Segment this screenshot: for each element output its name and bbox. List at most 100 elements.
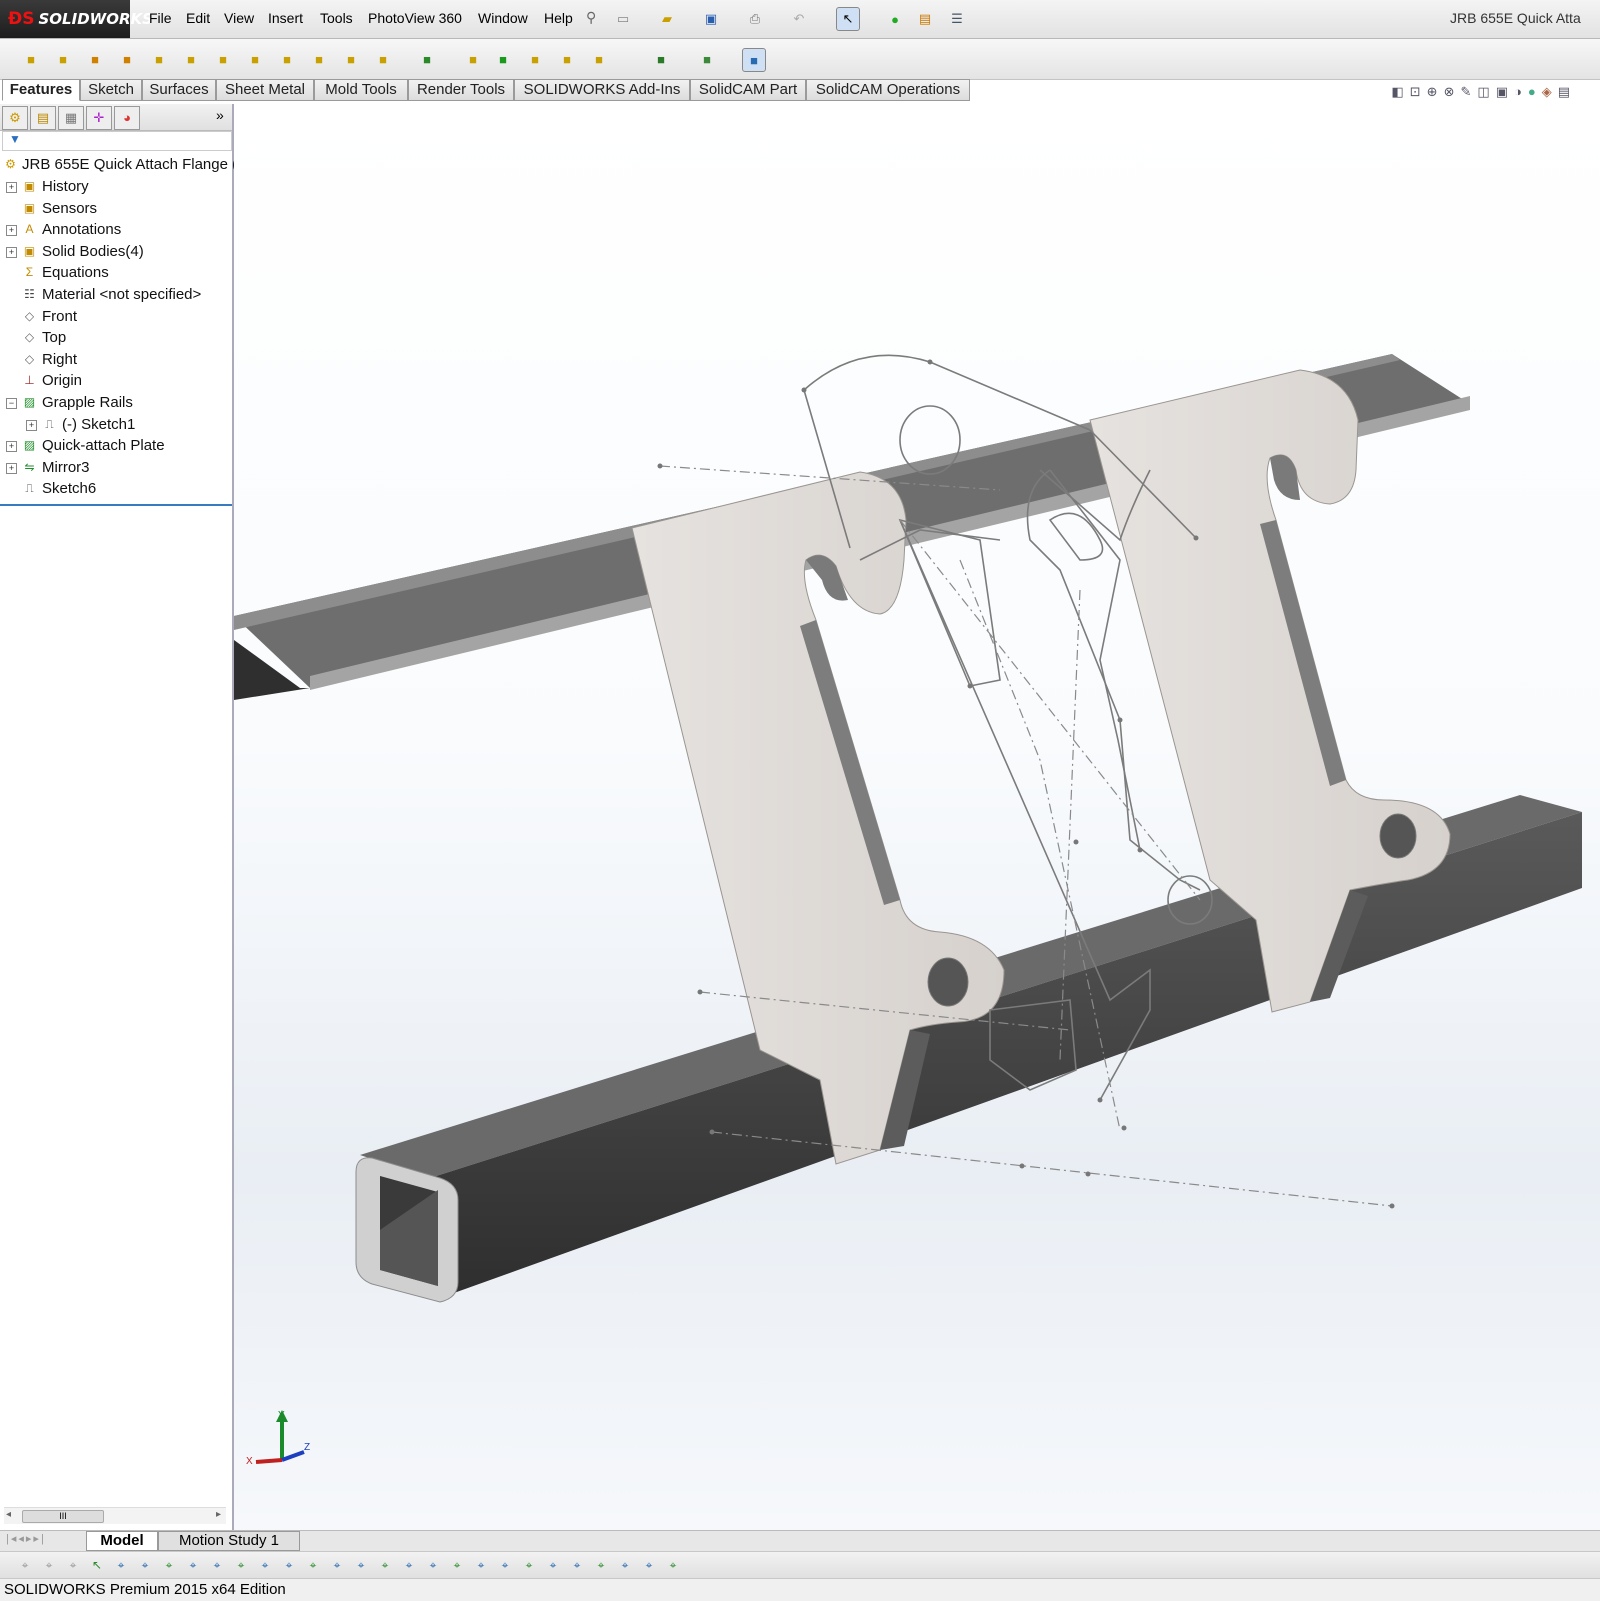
scrollbar-thumb[interactable]: III bbox=[22, 1510, 104, 1523]
boundary-cut-icon[interactable]: ■ bbox=[340, 48, 362, 70]
selection-filter-icon[interactable]: ⌖ bbox=[38, 1554, 60, 1576]
appearance-icon[interactable]: ● bbox=[1528, 84, 1536, 104]
graphics-area[interactable]: Y X Z bbox=[234, 101, 1600, 1530]
selection-filter-icon[interactable]: ⌖ bbox=[662, 1554, 684, 1576]
selection-filter-icon[interactable]: ⌖ bbox=[14, 1554, 36, 1576]
expand-node-icon[interactable]: + bbox=[6, 225, 17, 237]
menu-insert[interactable]: Insert bbox=[268, 10, 303, 26]
model-viewport[interactable]: Y X Z bbox=[234, 101, 1600, 1530]
swept-boss-icon[interactable]: ■ bbox=[84, 48, 106, 70]
open-folder-icon[interactable]: ▰ bbox=[656, 8, 678, 30]
tab-solidcam-operations[interactable]: SolidCAM Operations bbox=[806, 79, 970, 101]
wrap-icon[interactable]: ■ bbox=[556, 48, 578, 70]
expand-node-icon[interactable]: + bbox=[6, 246, 17, 258]
selection-filter-icon[interactable]: ⌖ bbox=[230, 1554, 252, 1576]
tab-motion-study[interactable]: Motion Study 1 bbox=[158, 1531, 300, 1551]
selection-filter-icon[interactable]: ⌖ bbox=[566, 1554, 588, 1576]
selection-filter-icon[interactable]: ⌖ bbox=[182, 1554, 204, 1576]
selection-filter-icon[interactable]: ⌖ bbox=[206, 1554, 228, 1576]
selection-filter-icon[interactable]: ⌖ bbox=[278, 1554, 300, 1576]
select-icon[interactable]: ↖ bbox=[86, 1554, 108, 1576]
tab-render-tools[interactable]: Render Tools bbox=[408, 79, 514, 101]
options-icon[interactable]: ☰ bbox=[946, 8, 968, 30]
draft-icon[interactable]: ■ bbox=[492, 48, 514, 70]
curves-icon[interactable]: ■ bbox=[696, 48, 718, 70]
configuration-manager-tab-icon[interactable]: ▦ bbox=[58, 106, 84, 130]
hole-wizard-icon[interactable]: ■ bbox=[212, 48, 234, 70]
horizontal-scrollbar[interactable]: ◂ III ▸ bbox=[4, 1507, 226, 1524]
menu-file[interactable]: File bbox=[149, 10, 172, 26]
menu-view[interactable]: View bbox=[224, 10, 254, 26]
pin-icon[interactable]: ⚲ bbox=[586, 9, 596, 26]
zoom-area-icon[interactable]: ⊕ bbox=[1427, 84, 1438, 104]
expand-node-icon[interactable]: + bbox=[6, 182, 17, 193]
tree-filter[interactable]: ▼ bbox=[2, 131, 232, 151]
display-manager-tab-icon[interactable]: ◕ bbox=[114, 106, 140, 130]
display-style-icon[interactable]: ▣ bbox=[1496, 84, 1508, 104]
tab-model[interactable]: Model bbox=[86, 1531, 158, 1551]
zoom-selection-icon[interactable]: ⊗ bbox=[1444, 84, 1455, 104]
shell-icon[interactable]: ■ bbox=[524, 48, 546, 70]
feature-manager-tab-icon[interactable]: ⚙ bbox=[2, 106, 28, 130]
selection-filter-icon[interactable]: ⌖ bbox=[422, 1554, 444, 1576]
view-settings-icon[interactable]: ▤ bbox=[1558, 84, 1570, 104]
dimxpert-tab-icon[interactable]: ✛ bbox=[86, 106, 112, 130]
solidworks-logo[interactable]: ƉS SOLIDWORKS bbox=[0, 0, 153, 38]
property-manager-tab-icon[interactable]: ▤ bbox=[30, 106, 56, 130]
hide-show-icon[interactable]: ◑ bbox=[1514, 84, 1522, 104]
menu-help[interactable]: Help bbox=[544, 10, 573, 26]
reference-geometry-icon[interactable]: ■ bbox=[650, 48, 672, 70]
scroll-right-icon[interactable]: ▸ bbox=[216, 1509, 221, 1520]
tab-addins[interactable]: SOLIDWORKS Add-Ins bbox=[514, 79, 690, 101]
scene-icon[interactable]: ◈ bbox=[1542, 84, 1552, 104]
intersect-icon[interactable]: ■ bbox=[588, 48, 610, 70]
menu-edit[interactable]: Edit bbox=[186, 10, 210, 26]
undo-icon[interactable]: ↶ bbox=[788, 8, 810, 30]
scroll-left-icon[interactable]: ◂ bbox=[6, 1509, 11, 1520]
section-view-icon[interactable]: ✎ bbox=[1460, 84, 1471, 104]
new-document-icon[interactable]: ▭ bbox=[612, 8, 634, 30]
menu-tools[interactable]: Tools bbox=[320, 10, 353, 26]
selection-filter-icon[interactable]: ⌖ bbox=[542, 1554, 564, 1576]
menu-photoview[interactable]: PhotoView 360 bbox=[368, 10, 462, 26]
expand-panel-icon[interactable]: » bbox=[216, 107, 224, 123]
tab-mold-tools[interactable]: Mold Tools bbox=[314, 79, 408, 101]
tree-rollback-bar[interactable] bbox=[0, 504, 232, 506]
extruded-boss-icon[interactable]: ■ bbox=[20, 48, 42, 70]
expand-node-icon[interactable]: + bbox=[6, 441, 17, 453]
lofted-boss-icon[interactable]: ■ bbox=[116, 48, 138, 70]
instant3d-icon[interactable]: ■ bbox=[742, 48, 766, 72]
tab-sheet-metal[interactable]: Sheet Metal bbox=[216, 79, 314, 101]
zoom-to-fit-icon[interactable]: ⊡ bbox=[1410, 84, 1421, 104]
selection-filter-icon[interactable]: ⌖ bbox=[62, 1554, 84, 1576]
select-arrow-icon[interactable]: ↖ bbox=[836, 7, 860, 31]
selection-filter-icon[interactable]: ⌖ bbox=[446, 1554, 468, 1576]
selection-filter-icon[interactable]: ⌖ bbox=[134, 1554, 156, 1576]
lofted-cut-icon[interactable]: ■ bbox=[308, 48, 330, 70]
selection-filter-icon[interactable]: ⌖ bbox=[326, 1554, 348, 1576]
rib-icon[interactable]: ■ bbox=[462, 48, 484, 70]
selection-filter-icon[interactable]: ⌖ bbox=[590, 1554, 612, 1576]
view-orientation-icon[interactable]: ◫ bbox=[1477, 84, 1489, 104]
tab-sketch[interactable]: Sketch bbox=[80, 79, 142, 101]
expand-node-icon[interactable]: + bbox=[6, 462, 17, 474]
save-icon[interactable]: ▣ bbox=[700, 8, 722, 30]
extruded-cut-icon[interactable]: ■ bbox=[180, 48, 202, 70]
file-properties-icon[interactable]: ▤ bbox=[914, 8, 936, 30]
selection-filter-icon[interactable]: ⌖ bbox=[302, 1554, 324, 1576]
tab-surfaces[interactable]: Surfaces bbox=[142, 79, 216, 101]
tab-scroll-arrows-icon[interactable]: |◂◂▸▸| bbox=[6, 1532, 46, 1545]
boundary-boss-icon[interactable]: ■ bbox=[148, 48, 170, 70]
linear-pattern-icon[interactable]: ■ bbox=[416, 48, 438, 70]
print-icon[interactable]: ⎙ bbox=[744, 8, 766, 30]
rebuild-icon[interactable]: ● bbox=[884, 8, 906, 30]
selection-filter-icon[interactable]: ⌖ bbox=[158, 1554, 180, 1576]
expand-node-icon[interactable]: + bbox=[26, 419, 37, 431]
selection-filter-icon[interactable]: ⌖ bbox=[518, 1554, 540, 1576]
revolved-boss-icon[interactable]: ■ bbox=[52, 48, 74, 70]
swept-cut-icon[interactable]: ■ bbox=[276, 48, 298, 70]
selection-filter-icon[interactable]: ⌖ bbox=[614, 1554, 636, 1576]
selection-filter-icon[interactable]: ⌖ bbox=[350, 1554, 372, 1576]
selection-filter-icon[interactable]: ⌖ bbox=[494, 1554, 516, 1576]
collapse-node-icon[interactable]: − bbox=[6, 398, 17, 409]
